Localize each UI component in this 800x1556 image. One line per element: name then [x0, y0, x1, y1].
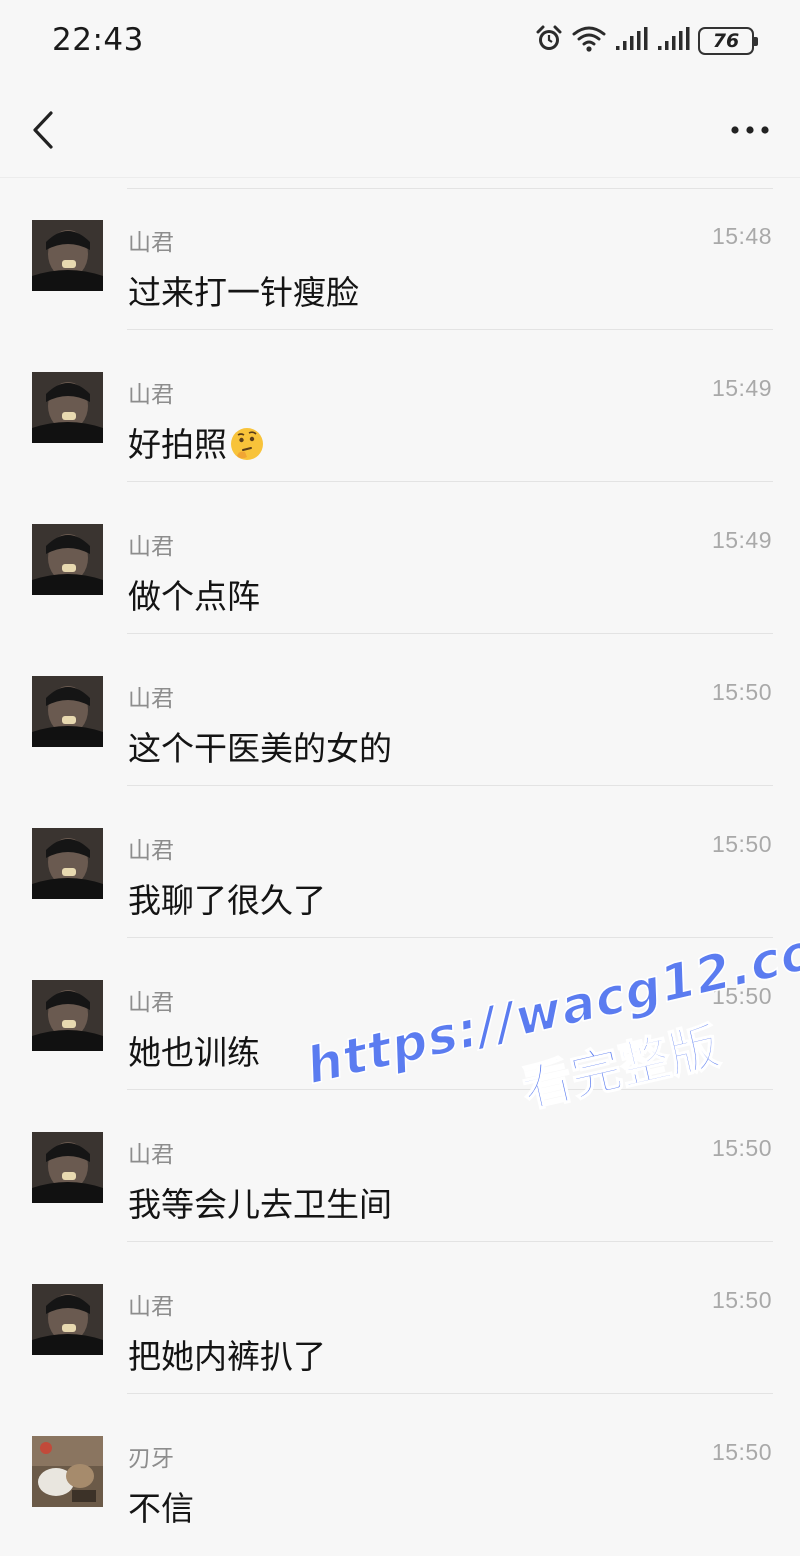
message-time: 15:49: [711, 527, 772, 553]
list-item[interactable]: 刃牙 15:50 不信: [0, 1394, 800, 1546]
message-text: 不信: [128, 1489, 194, 1528]
sender-name: 山君: [128, 1294, 174, 1320]
avatar[interactable]: [32, 980, 103, 1051]
message-time: 15:50: [711, 679, 772, 705]
list-item[interactable]: 山君 15:49 做个点阵: [0, 482, 800, 634]
wifi-icon: [572, 24, 606, 58]
message-time: 15:50: [711, 1439, 772, 1465]
more-horizontal-icon: [731, 126, 769, 134]
message-time: 15:49: [711, 375, 772, 401]
chevron-left-icon: [33, 111, 53, 149]
sender-name: 山君: [128, 838, 174, 864]
back-button[interactable]: [20, 104, 66, 156]
avatar[interactable]: [32, 524, 103, 595]
battery-level: 76: [712, 30, 740, 52]
sender-name: 山君: [128, 534, 174, 560]
thinking-face-emoji: [231, 428, 263, 460]
list-item[interactable]: 山君 15:48 过来打一针瘦脸: [0, 178, 800, 330]
message-text: 我等会儿去卫生间: [128, 1185, 392, 1224]
more-button[interactable]: [724, 106, 776, 154]
list-item[interactable]: 山君 15:50 这个干医美的女的: [0, 634, 800, 786]
sender-name: 山君: [128, 686, 174, 712]
signal-icon: [614, 26, 648, 56]
battery-icon: 76: [698, 27, 758, 55]
message-time: 15:48: [711, 223, 772, 249]
sender-name: 山君: [128, 1142, 174, 1168]
avatar[interactable]: [32, 372, 103, 443]
status-bar: 22:43 76: [0, 0, 800, 84]
avatar[interactable]: [32, 1284, 103, 1355]
list-item[interactable]: 山君 15:49 好拍照: [0, 330, 800, 482]
avatar[interactable]: [32, 1132, 103, 1203]
sender-name: 刃牙: [128, 1446, 174, 1472]
message-text: 过来打一针瘦脸: [128, 273, 359, 312]
message-text-content: 好拍照: [128, 425, 227, 464]
list-item[interactable]: 山君 15:50 把她内裤扒了: [0, 1242, 800, 1394]
clock: 22:43: [52, 22, 144, 58]
message-time: 15:50: [711, 1135, 772, 1161]
status-icons: 76: [534, 24, 758, 58]
nav-bar: [0, 84, 800, 178]
sender-name: 山君: [128, 382, 174, 408]
avatar[interactable]: [32, 828, 103, 899]
message-time: 15:50: [711, 831, 772, 857]
message-text: 好拍照: [128, 418, 265, 466]
list-item[interactable]: 山君 15:50 我聊了很久了: [0, 786, 800, 938]
avatar[interactable]: [32, 676, 103, 747]
message-text: 这个干医美的女的: [128, 729, 392, 768]
alarm-icon: [534, 24, 564, 58]
message-text: 把她内裤扒了: [128, 1337, 326, 1376]
sender-name: 山君: [128, 230, 174, 256]
list-item[interactable]: 山君 15:50 她也训练: [0, 938, 800, 1090]
message-time: 15:50: [711, 1287, 772, 1313]
avatar[interactable]: [32, 1436, 103, 1507]
message-time: 15:50: [711, 983, 772, 1009]
sender-name: 山君: [128, 990, 174, 1016]
message-text: 她也训练: [128, 1033, 260, 1072]
list-item[interactable]: 山君 15:50 我等会儿去卫生间: [0, 1090, 800, 1242]
message-text: 我聊了很久了: [128, 881, 326, 920]
message-text: 做个点阵: [128, 577, 260, 616]
avatar[interactable]: [32, 220, 103, 291]
signal-icon: [656, 26, 690, 56]
